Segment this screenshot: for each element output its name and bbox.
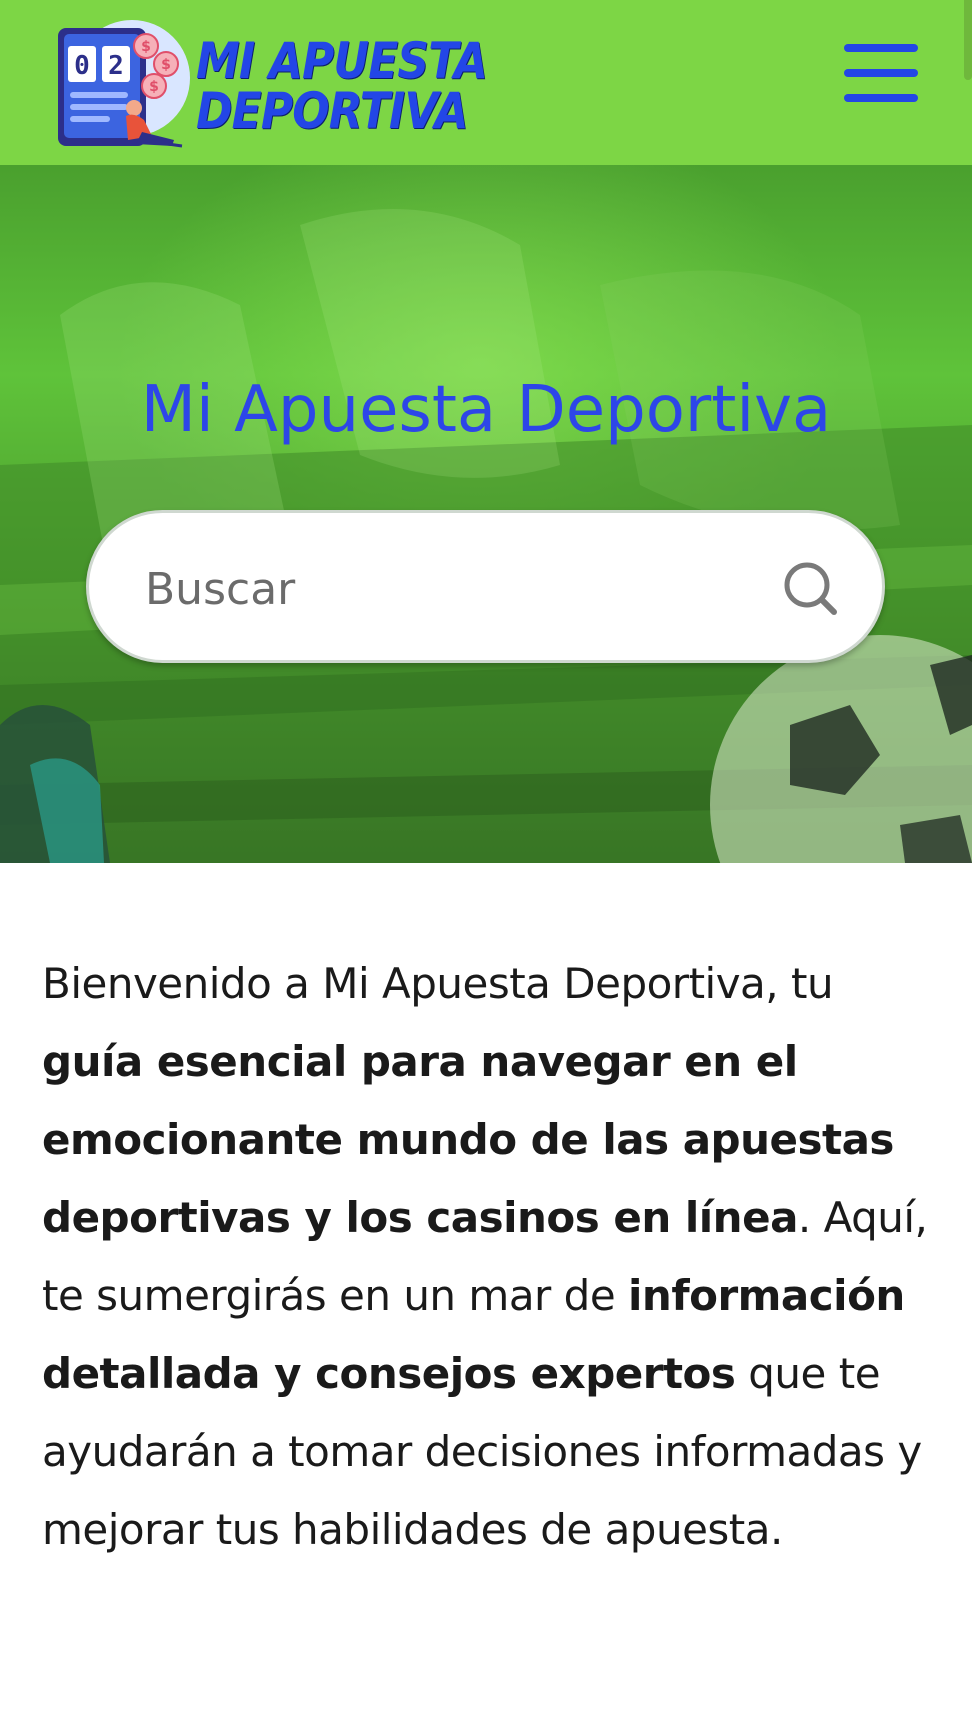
site-header: 0 2 $ $ $ MI APUESTA DEPORTIVA bbox=[0, 0, 972, 165]
logo-line-2: DEPORTIVA bbox=[196, 82, 469, 140]
logo-wordmark: MI APUESTA DEPORTIVA bbox=[196, 32, 488, 140]
intro-text-1: Bienvenido a Mi Apuesta Deportiva, tu bbox=[42, 959, 834, 1008]
logo-line-1: MI APUESTA bbox=[196, 32, 488, 90]
intro-bold-1: guía esencial para navegar en el emocion… bbox=[42, 1037, 894, 1242]
search-icon bbox=[784, 562, 837, 615]
logo-score-left: 0 bbox=[74, 51, 90, 81]
search-input[interactable] bbox=[145, 549, 705, 629]
hero-title: Mi Apuesta Deportiva bbox=[140, 373, 832, 447]
hero-banner: Mi Apuesta Deportiva bbox=[0, 165, 972, 863]
logo-score-right: 2 bbox=[108, 51, 124, 81]
svg-text:$: $ bbox=[161, 57, 171, 73]
hamburger-menu-button[interactable] bbox=[840, 44, 918, 102]
logo-emblem-icon: 0 2 $ $ $ bbox=[58, 20, 190, 148]
svg-text:$: $ bbox=[149, 79, 159, 95]
intro-paragraph: Bienvenido a Mi Apuesta Deportiva, tu gu… bbox=[42, 945, 930, 1569]
scrollbar[interactable] bbox=[964, 0, 972, 80]
search-bar[interactable] bbox=[86, 510, 885, 663]
search-button[interactable] bbox=[769, 549, 849, 629]
svg-text:$: $ bbox=[141, 39, 151, 55]
site-logo[interactable]: 0 2 $ $ $ MI APUESTA DEPORTIVA bbox=[56, 16, 488, 152]
